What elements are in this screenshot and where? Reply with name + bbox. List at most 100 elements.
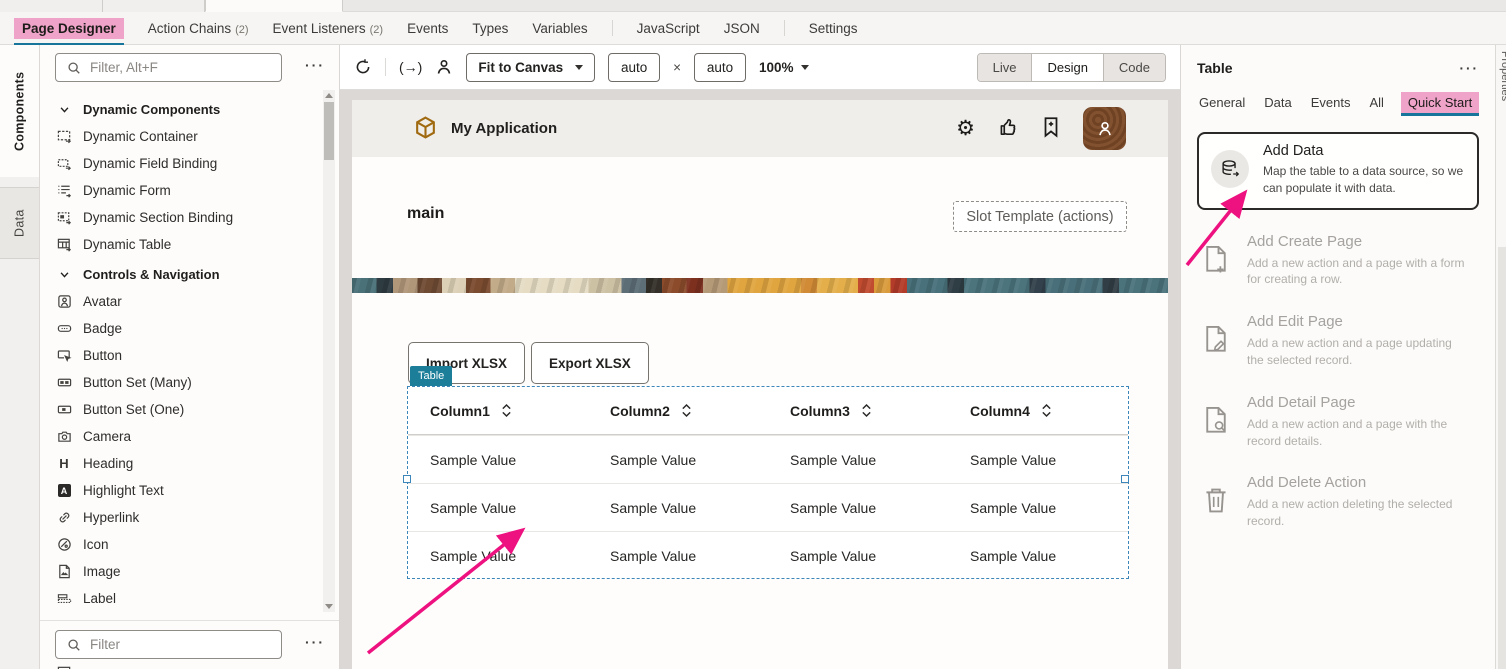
table-cell[interactable]: Sample Value xyxy=(588,484,768,531)
panel-tab-all[interactable]: All xyxy=(1367,92,1385,116)
components-filter[interactable] xyxy=(55,53,282,82)
mode-code[interactable]: Code xyxy=(1103,54,1165,81)
component-icon[interactable]: Icon xyxy=(56,531,313,558)
rendered-page[interactable]: My Application ⚙ main Slot Template (act… xyxy=(352,100,1168,669)
component-avatar[interactable]: Avatar xyxy=(56,288,313,315)
panel-tab-quick-start[interactable]: Quick Start xyxy=(1401,92,1479,116)
tab-variables[interactable]: Variables xyxy=(532,21,587,36)
quickstart-add-edit-page[interactable]: Add Edit Page Add a new action and a pag… xyxy=(1201,313,1467,369)
table-cell[interactable]: Sample Value xyxy=(948,436,1128,483)
right-scrollbar-track[interactable] xyxy=(1498,247,1506,669)
canvas-height-input[interactable] xyxy=(695,54,745,81)
column-header[interactable]: Column1 xyxy=(408,387,588,434)
tab-event-listeners[interactable]: Event Listeners(2) xyxy=(273,21,384,36)
tab-page-designer[interactable]: Page Designer xyxy=(14,18,124,39)
mode-live[interactable]: Live xyxy=(978,54,1032,81)
tab-types[interactable]: Types xyxy=(472,21,508,36)
canvas-width-input[interactable] xyxy=(609,54,659,81)
table-component[interactable]: Column1 Column2 Column3 Column4 Sample V… xyxy=(407,386,1129,579)
component-highlight-text[interactable]: A Highlight Text xyxy=(56,477,313,504)
panel-tab-events[interactable]: Events xyxy=(1309,92,1353,116)
table-cell[interactable]: Sample Value xyxy=(768,532,948,579)
app-header[interactable]: My Application ⚙ xyxy=(352,100,1168,157)
quickstart-add-data-card[interactable]: Add Data Map the table to a data source,… xyxy=(1197,132,1479,210)
component-camera[interactable]: Camera xyxy=(56,423,313,450)
app-header-icons: ⚙ xyxy=(956,107,1126,150)
boundary-arrow-icon[interactable]: (→) xyxy=(399,59,422,75)
design-canvas[interactable]: My Application ⚙ main Slot Template (act… xyxy=(340,90,1180,669)
selection-handle-left[interactable] xyxy=(403,475,411,483)
gear-icon[interactable]: ⚙ xyxy=(956,118,975,139)
column-header[interactable]: Column4 xyxy=(948,387,1128,434)
user-avatar[interactable] xyxy=(1083,107,1126,150)
export-xlsx-button[interactable]: Export XLSX xyxy=(531,342,649,384)
table-cell[interactable]: Sample Value xyxy=(408,484,588,531)
active-document-tab[interactable] xyxy=(205,0,343,12)
component-badge[interactable]: Badge xyxy=(56,315,313,342)
scrollbar-up-arrow[interactable] xyxy=(325,93,333,98)
sidebar-scrollbar[interactable] xyxy=(323,90,335,612)
canvas-width-field[interactable] xyxy=(608,53,660,82)
app-logo-cube-icon[interactable] xyxy=(413,115,438,143)
quickstart-add-detail-page[interactable]: Add Detail Page Add a new action and a p… xyxy=(1201,394,1467,450)
structure-filter-input[interactable] xyxy=(90,637,271,652)
component-label[interactable]: Label xyxy=(56,585,313,612)
component-button[interactable]: Button xyxy=(56,342,313,369)
components-filter-input[interactable] xyxy=(90,60,271,75)
thumbs-up-icon[interactable] xyxy=(997,116,1019,141)
component-image[interactable]: Image xyxy=(56,558,313,585)
component-button-set-many[interactable]: Button Set (Many) xyxy=(56,369,313,396)
sidebar-overflow-menu[interactable]: ··· xyxy=(305,57,325,73)
decorative-banner-image[interactable] xyxy=(352,278,1168,293)
table-cell[interactable]: Sample Value xyxy=(408,532,588,579)
bookmark-plus-icon[interactable] xyxy=(1041,116,1061,141)
component-dynamic-table[interactable]: Dynamic Table xyxy=(56,231,313,258)
table-cell[interactable]: Sample Value xyxy=(768,484,948,531)
scrollbar-thumb[interactable] xyxy=(324,102,334,160)
background-tab[interactable] xyxy=(103,0,205,12)
component-dynamic-field-binding[interactable]: Dynamic Field Binding xyxy=(56,150,313,177)
background-tab[interactable] xyxy=(0,0,103,12)
panel-tab-data[interactable]: Data xyxy=(1262,92,1293,116)
structure-filter[interactable] xyxy=(55,630,282,659)
mode-design[interactable]: Design xyxy=(1031,54,1102,81)
table-cell[interactable]: Sample Value xyxy=(948,484,1128,531)
table-cell[interactable]: Sample Value xyxy=(768,436,948,483)
column-header[interactable]: Column2 xyxy=(588,387,768,434)
scrollbar-down-arrow[interactable] xyxy=(325,604,333,609)
user-icon[interactable] xyxy=(435,58,453,76)
panel-overflow-menu[interactable]: ··· xyxy=(1460,61,1480,76)
slot-template-placeholder[interactable]: Slot Template (actions) xyxy=(953,201,1127,232)
panel-tab-general[interactable]: General xyxy=(1197,92,1247,116)
component-dynamic-form[interactable]: Dynamic Form xyxy=(56,177,313,204)
component-dynamic-section-binding[interactable]: Dynamic Section Binding xyxy=(56,204,313,231)
section-controls-navigation[interactable]: Controls & Navigation xyxy=(56,260,313,288)
fit-to-canvas-dropdown[interactable]: Fit to Canvas xyxy=(466,53,595,82)
component-heading[interactable]: H Heading xyxy=(56,450,313,477)
rail-tab-data[interactable]: Data xyxy=(0,187,39,259)
tab-events[interactable]: Events xyxy=(407,21,448,36)
table-cell[interactable]: Sample Value xyxy=(588,532,768,579)
tab-settings[interactable]: Settings xyxy=(809,21,858,36)
component-hyperlink[interactable]: Hyperlink xyxy=(56,504,313,531)
selection-handle-right[interactable] xyxy=(1121,475,1129,483)
tab-action-chains[interactable]: Action Chains(2) xyxy=(148,21,249,36)
column-header[interactable]: Column3 xyxy=(768,387,948,434)
tab-json[interactable]: JSON xyxy=(724,21,760,36)
refresh-icon[interactable] xyxy=(354,58,372,76)
right-edge-rail[interactable]: Properties xyxy=(1495,45,1506,669)
table-cell[interactable]: Sample Value xyxy=(948,532,1128,579)
tab-javascript[interactable]: JavaScript xyxy=(637,21,700,36)
component-dynamic-container[interactable]: Dynamic Container xyxy=(56,123,313,150)
canvas-height-field[interactable] xyxy=(694,53,746,82)
table-cell[interactable]: Sample Value xyxy=(588,436,768,483)
section-dynamic-components[interactable]: Dynamic Components xyxy=(56,95,313,123)
component-button-set-one[interactable]: Button Set (One) xyxy=(56,396,313,423)
quickstart-add-create-page[interactable]: Add Create Page Add a new action and a p… xyxy=(1201,233,1467,289)
quickstart-add-delete-action[interactable]: Add Delete Action Add a new action delet… xyxy=(1201,474,1467,530)
structure-overflow-menu[interactable]: ··· xyxy=(305,634,325,650)
zoom-dropdown[interactable]: 100% xyxy=(759,60,809,75)
table-cell[interactable]: Sample Value xyxy=(408,436,588,483)
page-heading[interactable]: main xyxy=(407,205,444,223)
rail-tab-components[interactable]: Components xyxy=(0,45,39,177)
